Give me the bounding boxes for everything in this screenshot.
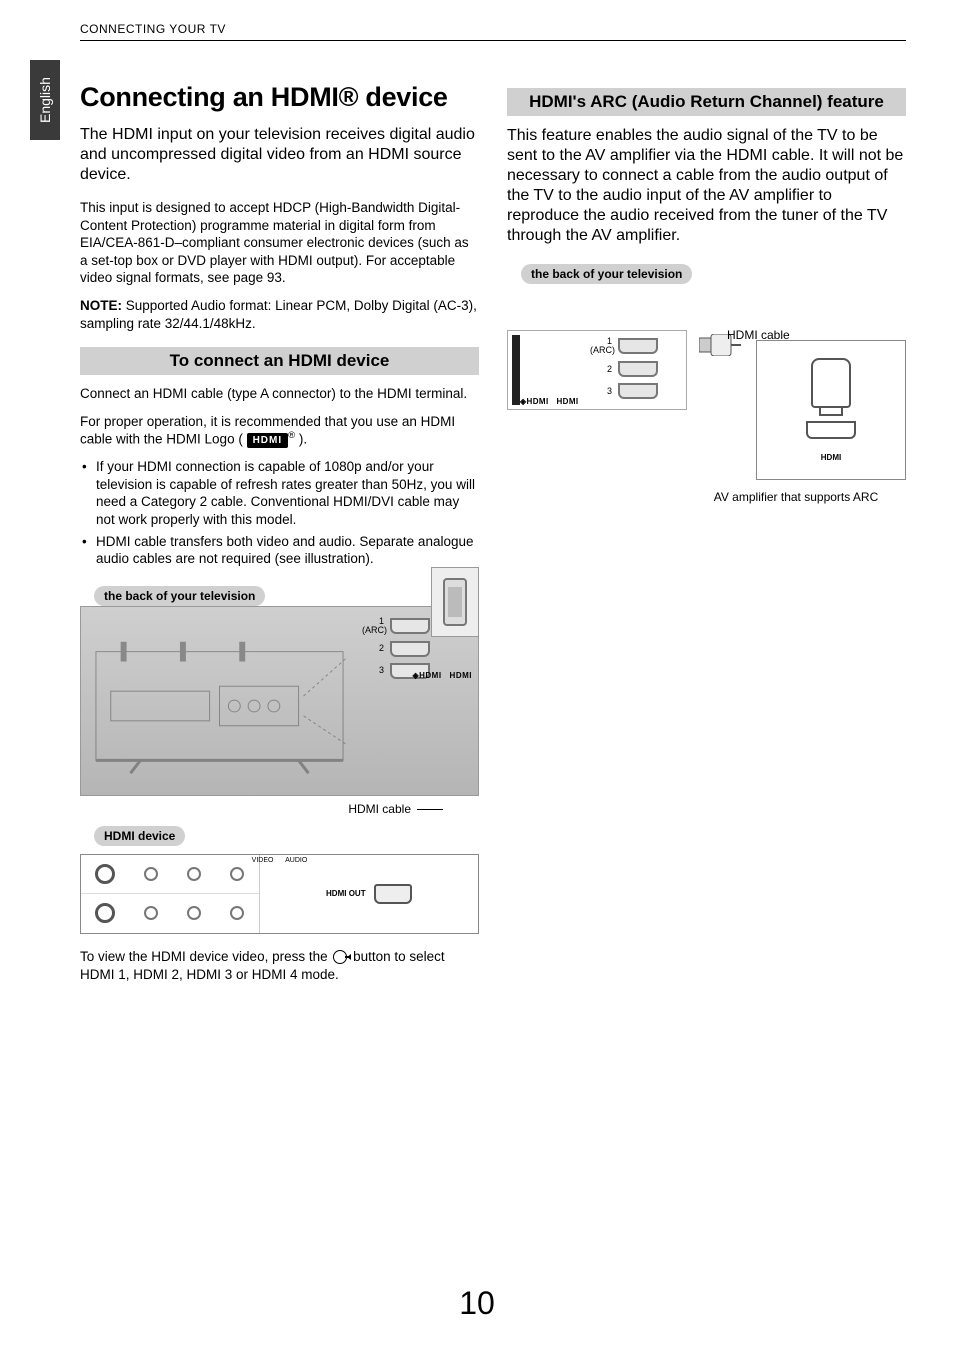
figure-label-tv-back-arc: the back of your television: [521, 264, 692, 284]
arc-intro-text: This feature enables the audio signal of…: [507, 126, 906, 246]
body-text-2: Connect an HDMI cable (type A connector)…: [80, 385, 479, 403]
rca-jack: [230, 867, 244, 881]
hdmi-port-3-arc: [618, 383, 658, 399]
language-tab: English: [30, 60, 60, 140]
body-text-3: For proper operation, it is recommended …: [80, 413, 479, 449]
right-column: HDMI's ARC (Audio Return Channel) featur…: [507, 82, 906, 984]
hdmi-cable-annotation: HDMI cable: [80, 802, 479, 816]
rca-jack: [230, 906, 244, 920]
amplifier-caption: AV amplifier that supports ARC: [686, 490, 906, 504]
hdmi-port-1-label-arc: 1 (ARC): [590, 337, 612, 355]
hdmi-port-2-arc: [618, 361, 658, 377]
hdmi-device-illustration: VIDEO AUDIO HDMI OUT: [80, 854, 479, 934]
section-heading-arc: HDMI's ARC (Audio Return Channel) featur…: [507, 88, 906, 116]
section-heading: To connect an HDMI device: [80, 347, 479, 375]
page-title: Connecting an HDMI® device: [80, 82, 479, 113]
rca-jack: [187, 867, 201, 881]
hdmi-group-label-right-arc: HDMI: [556, 397, 578, 406]
figure-tv-back: the back of your television 1 (ARC) 2 3 …: [80, 582, 479, 934]
note-text: Supported Audio format: Linear PCM, Dolb…: [80, 298, 477, 331]
header-rule: [80, 40, 906, 41]
note-label: NOTE:: [80, 298, 122, 313]
hdmi-port-3-label-arc: 3: [590, 387, 612, 396]
amplifier-hdmi-label: HDMI: [821, 453, 841, 462]
hdmi-logo-icon: HDMI: [247, 433, 289, 448]
rca-video-label: VIDEO: [252, 857, 274, 864]
figure-arc: 1 (ARC) 2 3 ◈HDMI HDMI HDMI cable: [507, 300, 906, 510]
hdmi-logo-tm: ®: [288, 430, 295, 441]
hdmi-out-port: [374, 884, 412, 904]
amplifier-hdmi-port: [806, 421, 856, 439]
rca-audio-label: AUDIO: [285, 857, 307, 864]
hdmi-out-label: HDMI OUT: [326, 889, 366, 898]
body3-post: ).: [299, 432, 307, 447]
rca-jack: [144, 906, 158, 920]
figure-label-hdmi-device: HDMI device: [94, 826, 185, 846]
afterfig-pre: To view the HDMI device video, press the: [80, 949, 331, 964]
rca-jack: [95, 903, 115, 923]
input-select-icon: [333, 950, 347, 964]
hdmi-port-2-label: 2: [362, 644, 384, 653]
intro-text: The HDMI input on your television receiv…: [80, 125, 479, 185]
bullet-item: If your HDMI connection is capable of 10…: [80, 458, 479, 528]
bullet-list: If your HDMI connection is capable of 10…: [80, 458, 479, 567]
figure-label-tv-back: the back of your television: [94, 586, 265, 606]
hdmi-port-2: [390, 641, 430, 657]
after-figure-text: To view the HDMI device video, press the…: [80, 948, 479, 984]
hdmi-port-1-arc: [618, 338, 658, 354]
body-text-1: This input is designed to accept HDCP (H…: [80, 199, 479, 287]
amplifier-body-icon: [811, 358, 851, 408]
hdmi-group-label-right: HDMI: [450, 671, 472, 680]
rca-jack: [187, 906, 201, 920]
rca-jack: [144, 867, 158, 881]
hdmi-group-label-left-arc: ◈HDMI: [520, 397, 549, 406]
hdmi-port-1-label: 1 (ARC): [362, 617, 384, 635]
running-header: CONNECTING YOUR TV: [80, 22, 226, 36]
hdmi-port-1: [390, 618, 430, 634]
bullet-item: HDMI cable transfers both video and audi…: [80, 533, 479, 568]
note-block: NOTE: Supported Audio format: Linear PCM…: [80, 297, 479, 333]
rca-jack: [95, 864, 115, 884]
page-number: 10: [0, 1285, 954, 1322]
hdmi-port-3-label: 3: [362, 666, 384, 675]
av-amplifier-illustration: HDMI: [756, 340, 906, 480]
tv-back-illustration: 1 (ARC) 2 3 ◈HDMI HDMI: [80, 606, 479, 796]
tv-ports-panel-arc: 1 (ARC) 2 3 ◈HDMI HDMI: [507, 330, 687, 410]
hdmi-group-label-left: ◈HDMI: [412, 671, 441, 680]
hdmi-port-2-label-arc: 2: [590, 365, 612, 374]
left-column: Connecting an HDMI® device The HDMI inpu…: [80, 82, 479, 984]
